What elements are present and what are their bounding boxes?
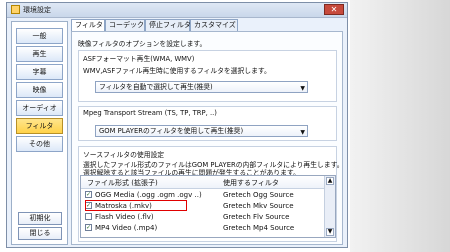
app-icon bbox=[11, 5, 20, 14]
highlight-box bbox=[85, 200, 187, 211]
filter-name: Gretech Mp4 Source bbox=[223, 224, 295, 232]
chevron-down-icon: ▼ bbox=[300, 129, 305, 136]
scroll-down-icon[interactable]: ▼ bbox=[326, 228, 334, 236]
sidebar-item-subtitles[interactable]: 字幕 bbox=[16, 64, 63, 80]
filter-name: Gretech Flv Source bbox=[223, 213, 290, 221]
asf-filter-select[interactable]: フィルタを自動で選択して再生(推奨) ▼ bbox=[95, 81, 308, 93]
source-legend: ソースフィルタの使用設定 bbox=[83, 151, 165, 159]
checkbox[interactable]: ✓ bbox=[85, 191, 92, 198]
asf-selected-value: フィルタを自動で選択して再生(推奨) bbox=[99, 83, 213, 91]
file-format-name: MP4 Video (.mp4) bbox=[95, 224, 158, 232]
asf-description: WMV,ASFファイル再生時に使用するフィルタを選択します。 bbox=[83, 67, 271, 75]
sidebar-item-video[interactable]: 映像 bbox=[16, 82, 63, 98]
tab-stop-filter[interactable]: 停止フィルタ bbox=[145, 19, 191, 31]
mpeg-selected-value: GOM PLAYERのフィルタを使用して再生(推奨) bbox=[99, 127, 244, 135]
background-artwork bbox=[350, 0, 450, 252]
column-file-format: ファイル形式 (拡張子) bbox=[87, 179, 158, 187]
settings-sidebar: 一般 再生 字幕 映像 オーディオ フィルタ その他 初期化 閉じる bbox=[11, 21, 68, 245]
file-format-name: OGG Media (.ogg .ogm .ogv ..) bbox=[95, 191, 202, 199]
sidebar-item-other[interactable]: その他 bbox=[16, 136, 63, 152]
list-item[interactable]: ✓ MP4 Video (.mp4) Gretech Mp4 Source bbox=[81, 222, 326, 233]
filter-name: Gretech Ogg Source bbox=[223, 191, 294, 199]
sidebar-item-filter[interactable]: フィルタ bbox=[16, 118, 63, 134]
close-window-button[interactable]: ✕ bbox=[324, 4, 344, 15]
list-item[interactable]: Flash Video (.flv) Gretech Flv Source bbox=[81, 211, 326, 222]
column-filter: 使用するフィルタ bbox=[223, 179, 279, 187]
scroll-up-icon[interactable]: ▲ bbox=[326, 177, 334, 185]
asf-legend: ASFフォーマット再生(WMA, WMV) bbox=[83, 55, 195, 63]
asf-group: ASFフォーマット再生(WMA, WMV) WMV,ASFファイル再生時に使用す… bbox=[78, 50, 337, 102]
tab-codec[interactable]: コーデック bbox=[105, 19, 145, 31]
window-title: 環境設定 bbox=[23, 6, 51, 14]
intro-text: 映像フィルタのオプションを設定します。 bbox=[78, 40, 207, 48]
preferences-window: 環境設定 ✕ 一般 再生 字幕 映像 オーディオ フィルタ その他 初期化 閉じ… bbox=[6, 2, 348, 248]
tab-filter[interactable]: フィルタ bbox=[71, 19, 105, 31]
mpeg-filter-select[interactable]: GOM PLAYERのフィルタを使用して再生(推奨) ▼ bbox=[95, 125, 308, 137]
checkbox[interactable]: ✓ bbox=[85, 224, 92, 231]
filter-name: Gretech Mkv Source bbox=[223, 202, 294, 210]
chevron-down-icon: ▼ bbox=[300, 85, 305, 92]
mpeg-legend: Mpeg Transport Stream (TS, TP, TRP, ..) bbox=[83, 109, 217, 117]
reset-button[interactable]: 初期化 bbox=[18, 212, 62, 225]
sidebar-item-audio[interactable]: オーディオ bbox=[16, 100, 63, 116]
tab-customize[interactable]: カスタマイズ bbox=[190, 19, 238, 31]
sidebar-item-general[interactable]: 一般 bbox=[16, 28, 63, 44]
mpeg-group: Mpeg Transport Stream (TS, TP, TRP, ..) … bbox=[78, 106, 337, 141]
sidebar-item-playback[interactable]: 再生 bbox=[16, 46, 63, 62]
list-scrollbar[interactable]: ▲ ▼ bbox=[324, 176, 335, 237]
checkbox[interactable] bbox=[85, 213, 92, 220]
tab-content: 映像フィルタのオプションを設定します。 ASFフォーマット再生(WMA, WMV… bbox=[71, 31, 344, 245]
file-format-name: Flash Video (.flv) bbox=[95, 213, 154, 221]
title-bar: 環境設定 ✕ bbox=[7, 3, 347, 18]
list-item[interactable]: ✓ OGG Media (.ogg .ogm .ogv ..) Gretech … bbox=[81, 189, 326, 200]
list-header: ファイル形式 (拡張子) 使用するフィルタ bbox=[81, 176, 326, 189]
close-button[interactable]: 閉じる bbox=[18, 227, 62, 240]
